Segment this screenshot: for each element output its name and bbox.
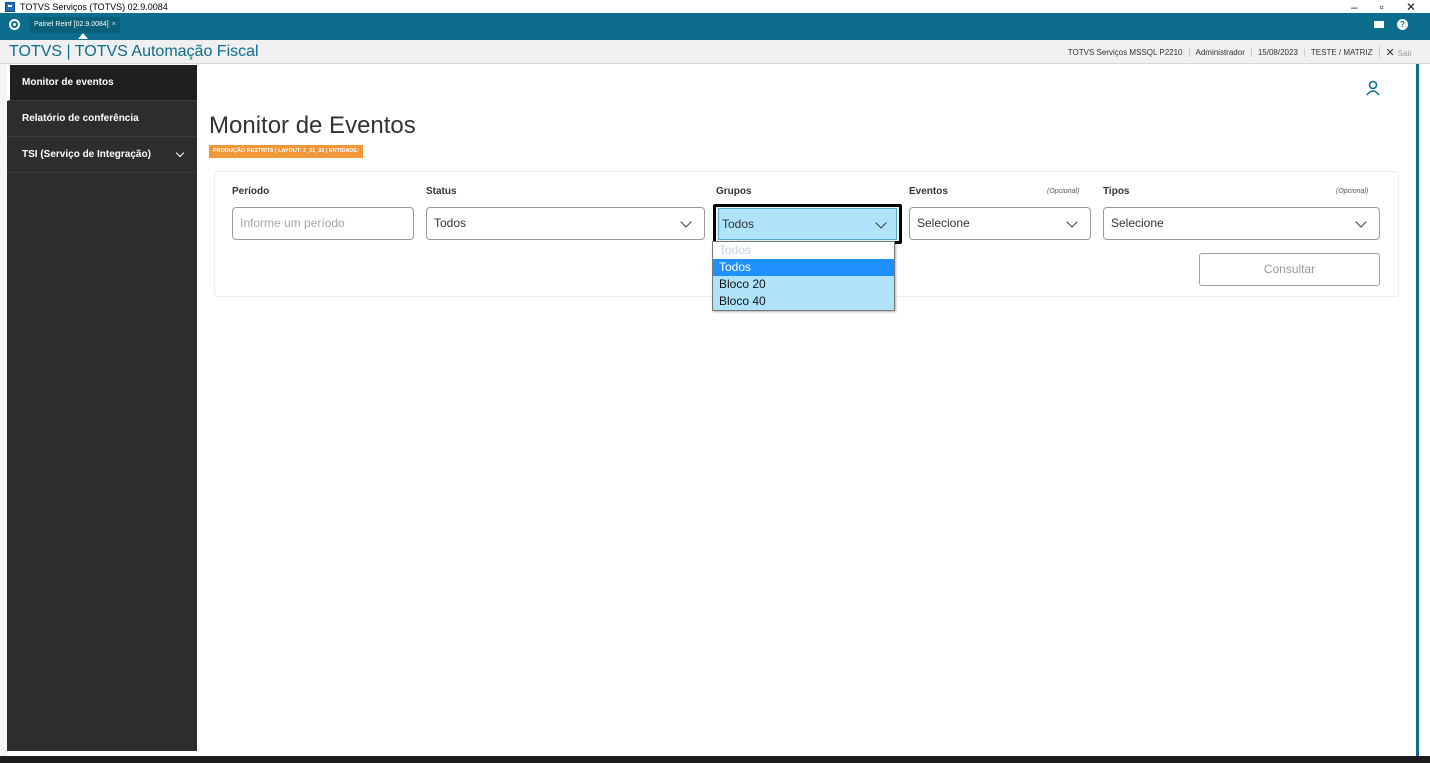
app-icon <box>5 1 15 12</box>
tab-painel-reinf[interactable]: Painel Reinf [02.9.0084] × <box>30 17 120 33</box>
minimize-button[interactable]: – <box>1351 0 1358 14</box>
periodo-placeholder: Informe um período <box>240 216 345 230</box>
grupos-option-todos[interactable]: Todos <box>713 259 894 276</box>
eventos-optional: (Opcional) <box>1047 188 1080 195</box>
eventos-value: Selecione <box>917 216 970 230</box>
tab-strip: Painel Reinf [02.9.0084] × ? <box>0 13 1430 40</box>
logout-label: Sair <box>1397 48 1412 58</box>
consultar-button[interactable]: Consultar <box>1199 253 1380 286</box>
grupos-option-placeholder: Todos <box>713 242 894 259</box>
header-info: TOTVS Serviços MSSQL P2210 Administrador… <box>1062 40 1418 64</box>
page-title: Monitor de Eventos <box>209 112 416 139</box>
app-brand: TOTVS | TOTVS Automação Fiscal <box>9 43 259 60</box>
sidebar-item-label: Monitor de eventos <box>22 77 114 88</box>
chevron-down-icon <box>175 148 185 158</box>
status-label: Status <box>426 186 457 197</box>
sidebar-item-label: TSI (Serviço de Integração) <box>22 149 151 160</box>
sidebar-item-relatorio[interactable]: Relatório de conferência <box>7 101 197 137</box>
chevron-down-icon <box>1355 216 1367 228</box>
sidebar-item-label: Relatório de conferência <box>22 113 139 124</box>
sidebar-item-monitor[interactable]: Monitor de eventos <box>7 65 197 101</box>
chevron-down-icon <box>1066 216 1078 228</box>
header-environment: TOTVS Serviços MSSQL P2210 <box>1067 47 1183 57</box>
mail-icon[interactable] <box>1374 21 1384 28</box>
left-border <box>0 64 7 763</box>
header-company: TESTE / MATRIZ <box>1303 47 1379 57</box>
tipos-optional: (Opcional) <box>1336 188 1369 195</box>
eventos-select[interactable]: Selecione <box>909 207 1091 240</box>
grupos-option-bloco-20[interactable]: Bloco 20 <box>713 276 894 293</box>
help-icon[interactable]: ? <box>1397 19 1408 30</box>
tab-label: Painel Reinf [02.9.0084] <box>34 21 109 28</box>
sidebar-item-tsi[interactable]: TSI (Serviço de Integração) <box>7 137 197 173</box>
close-window-button[interactable]: ✕ <box>1406 0 1416 14</box>
tab-close-icon[interactable]: × <box>112 21 116 28</box>
status-select[interactable]: Todos <box>426 207 705 240</box>
header-user: Administrador <box>1188 47 1251 57</box>
user-icon[interactable] <box>1366 80 1380 96</box>
active-tab-caret <box>78 33 88 39</box>
app-header: TOTVS | TOTVS Automação Fiscal TOTVS Ser… <box>0 40 1430 64</box>
tipos-select[interactable]: Selecione <box>1103 207 1380 240</box>
tipos-value: Selecione <box>1111 216 1164 230</box>
window-title: TOTVS Serviços (TOTVS) 02.9.0084 <box>20 1 168 12</box>
grupos-label: Grupos <box>716 186 752 197</box>
chevron-down-icon <box>680 216 692 228</box>
grupos-option-bloco-40[interactable]: Bloco 40 <box>713 293 894 310</box>
header-date: 15/08/2023 <box>1250 47 1304 57</box>
sidebar: Monitor de eventos Relatório de conferên… <box>7 65 197 751</box>
taskbar <box>0 756 1430 763</box>
environment-badge: PRODUÇÃO RESTRITA | LAYOUT: 2_01_02 | EN… <box>209 145 363 158</box>
restore-button[interactable]: ▫ <box>1380 0 1384 14</box>
eventos-label: Eventos <box>909 186 948 197</box>
status-value: Todos <box>434 216 467 230</box>
window-controls: – ▫ ✕ <box>1351 0 1416 14</box>
right-border <box>1416 64 1419 756</box>
close-icon: ✕ <box>1385 46 1395 59</box>
periodo-input[interactable]: Informe um período <box>232 207 414 240</box>
logout-button[interactable]: ✕ Sair <box>1378 45 1418 59</box>
grupos-select[interactable]: Todos <box>713 204 902 244</box>
grupos-dropdown-list: Todos Todos Bloco 20 Bloco 40 <box>712 241 895 311</box>
periodo-label: Período <box>232 186 270 197</box>
home-icon[interactable] <box>9 19 20 30</box>
chevron-down-icon <box>875 217 887 229</box>
grupos-select-inner: Todos <box>718 208 897 240</box>
grupos-value: Todos <box>722 217 755 231</box>
window-titlebar: TOTVS Serviços (TOTVS) 02.9.0084 – ▫ ✕ <box>0 0 1430 14</box>
tipos-label: Tipos <box>1103 186 1130 197</box>
